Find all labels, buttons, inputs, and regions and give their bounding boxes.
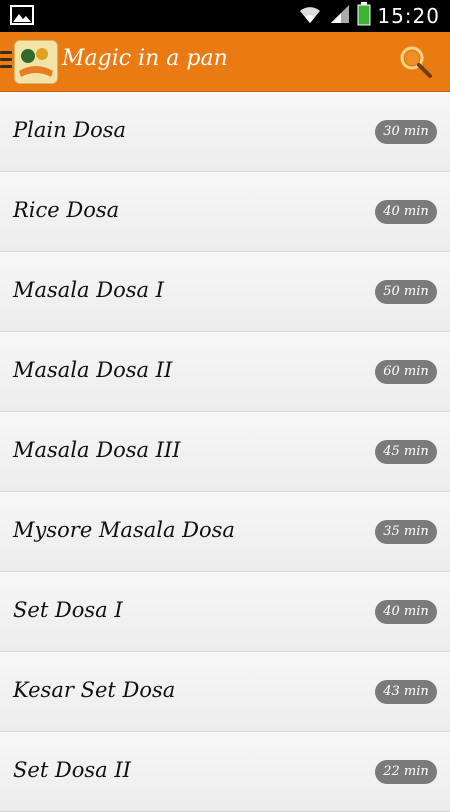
search-icon[interactable] — [398, 44, 434, 80]
list-item[interactable]: Set Dosa II 22 min — [0, 732, 450, 812]
time-badge: 60 min — [375, 360, 437, 384]
list-item[interactable]: Rice Dosa 40 min — [0, 172, 450, 252]
time-badge: 40 min — [375, 600, 437, 624]
recipe-name: Set Dosa I — [13, 598, 123, 622]
recipe-name: Rice Dosa — [13, 198, 120, 222]
recipe-name: Set Dosa II — [13, 758, 131, 782]
menu-icon[interactable] — [0, 51, 12, 71]
time-badge: 30 min — [375, 120, 437, 144]
recipe-name: Masala Dosa I — [13, 278, 164, 302]
image-icon — [10, 5, 34, 25]
time-badge: 22 min — [375, 760, 437, 784]
list-item[interactable]: Plain Dosa 30 min — [0, 92, 450, 172]
recipe-name: Masala Dosa III — [13, 438, 181, 462]
list-item[interactable]: Set Dosa I 40 min — [0, 572, 450, 652]
app-title: Magic in a pan — [62, 46, 228, 71]
list-item[interactable]: Masala Dosa II 60 min — [0, 332, 450, 412]
list-item[interactable]: Mysore Masala Dosa 35 min — [0, 492, 450, 572]
time-badge: 40 min — [375, 200, 437, 224]
clock: 15:20 — [377, 4, 440, 28]
time-badge: 50 min — [375, 280, 437, 304]
recipe-name: Kesar Set Dosa — [13, 678, 176, 702]
action-bar: Magic in a pan — [0, 32, 450, 93]
wifi-icon — [297, 3, 323, 29]
status-bar: 15:20 — [0, 0, 450, 32]
list-item[interactable]: Masala Dosa III 45 min — [0, 412, 450, 492]
recipe-list: Plain Dosa 30 min Rice Dosa 40 min Masal… — [0, 92, 450, 812]
status-icons: 15:20 — [297, 2, 440, 30]
list-item[interactable]: Kesar Set Dosa 43 min — [0, 652, 450, 732]
list-item[interactable]: Masala Dosa I 50 min — [0, 252, 450, 332]
recipe-name: Plain Dosa — [13, 118, 127, 142]
recipe-name: Masala Dosa II — [13, 358, 173, 382]
recipe-name: Mysore Masala Dosa — [13, 518, 235, 542]
app-logo-icon[interactable] — [14, 40, 58, 84]
battery-icon — [357, 2, 371, 30]
time-badge: 35 min — [375, 520, 437, 544]
time-badge: 43 min — [375, 680, 437, 704]
signal-icon — [329, 3, 351, 29]
time-badge: 45 min — [375, 440, 437, 464]
